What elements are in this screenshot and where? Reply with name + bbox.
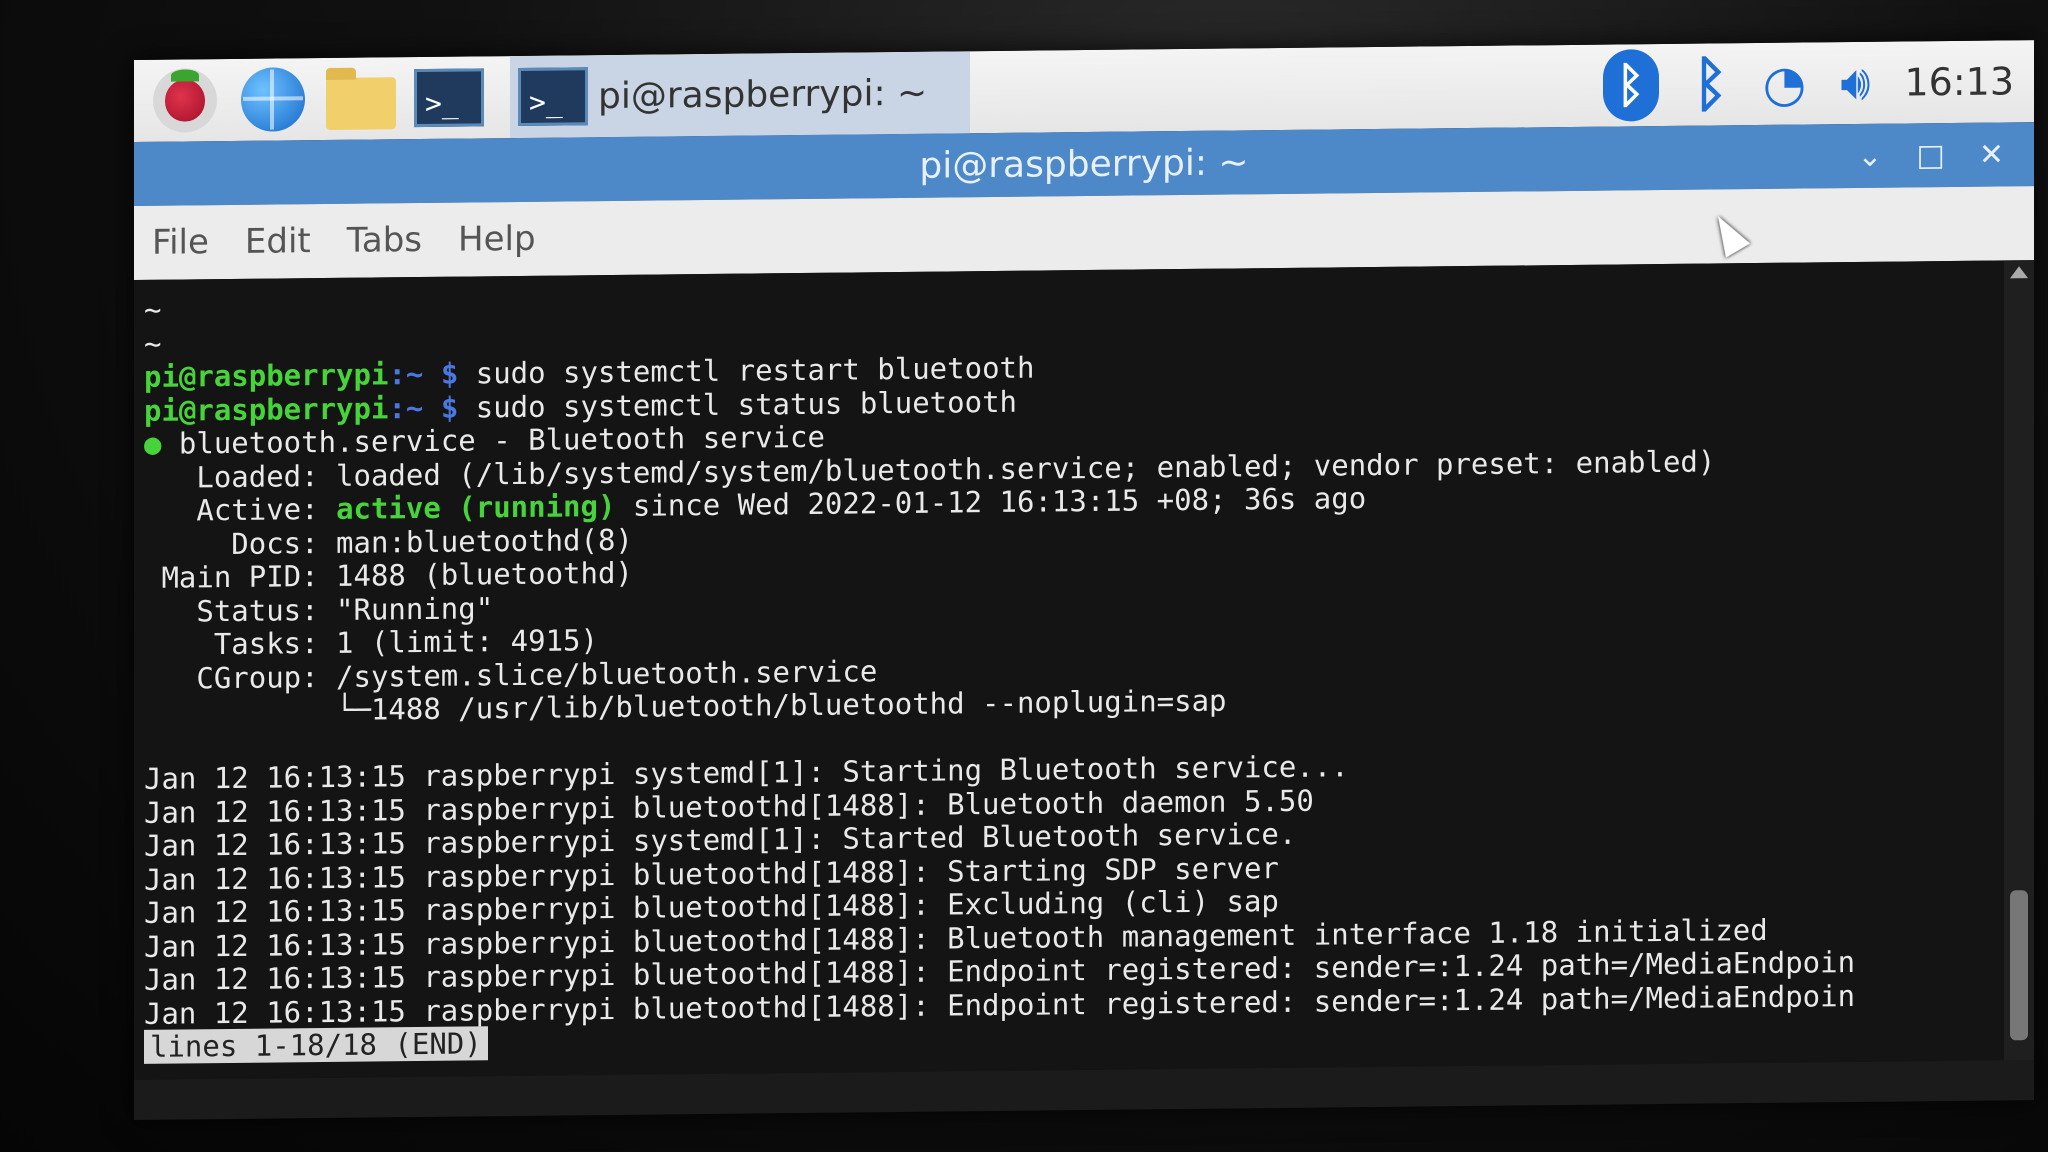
scrollbar-thumb[interactable] xyxy=(2010,890,2028,1041)
file-manager-icon xyxy=(326,77,396,130)
active-label: Active: xyxy=(144,491,337,528)
web-browser-launcher[interactable] xyxy=(236,62,310,137)
menu-tabs[interactable]: Tabs xyxy=(347,220,422,261)
window-controls: ⌄ □ ✕ xyxy=(1857,122,2004,188)
terminal-output[interactable]: ~ ~ pi@raspberrypi:~ $ sudo systemctl re… xyxy=(134,260,2004,1080)
raspberry-menu-icon xyxy=(153,68,217,133)
bluetooth-icon: ᛒ xyxy=(1692,49,1729,120)
terminal-icon: >_ xyxy=(518,67,588,126)
system-tray: ᛒ ᛒ ◔ 🔊︎ 16:13 xyxy=(1602,40,2034,127)
menu-edit[interactable]: Edit xyxy=(245,221,311,262)
active-since: since Wed 2022-01-12 16:13:15 +08; 36s a… xyxy=(615,481,1367,523)
command-text: sudo systemctl status bluetooth xyxy=(458,384,1017,425)
menu-file[interactable]: File xyxy=(152,222,209,263)
clock[interactable]: 16:13 xyxy=(1904,59,2014,104)
pager-status: lines 1-18/18 (END) xyxy=(144,1026,488,1064)
window-title: pi@raspberrypi: ~ xyxy=(919,141,1249,187)
raspberry-menu-button[interactable] xyxy=(148,63,222,138)
terminal-scrollbar[interactable] xyxy=(2004,260,2034,1061)
minimize-button[interactable]: ⌄ xyxy=(1857,138,1882,173)
bluetooth-status-button[interactable]: ᛒ xyxy=(1693,49,1729,119)
taskbar-window-title: pi@raspberrypi: ~ xyxy=(598,72,928,117)
close-button[interactable]: ✕ xyxy=(1979,137,2004,172)
wifi-tray-button[interactable]: ◔ xyxy=(1763,54,1807,112)
file-manager-launcher[interactable] xyxy=(324,61,398,136)
maximize-button[interactable]: □ xyxy=(1917,138,1945,173)
terminal-icon: >_ xyxy=(414,68,484,128)
prompt-path: :~ $ xyxy=(388,356,459,392)
bluetooth-tray-button[interactable]: ᛒ xyxy=(1602,49,1659,122)
prompt-user: pi@raspberrypi xyxy=(144,390,389,428)
volume-tray-button[interactable]: 🔊︎ xyxy=(1840,54,1870,111)
desktop-screen: >_ >_ pi@raspberrypi: ~ ᛒ ᛒ ◔ 🔊︎ 16:13 p… xyxy=(134,40,2034,1120)
active-state: active (running) xyxy=(336,488,616,526)
status-dot-icon: ● xyxy=(144,426,162,461)
scroll-up-arrow-icon[interactable] xyxy=(2010,266,2028,279)
volume-icon: 🔊︎ xyxy=(1840,54,1871,111)
web-browser-icon xyxy=(241,67,305,132)
wifi-icon: ◔ xyxy=(1762,54,1807,113)
prompt-path: :~ $ xyxy=(388,390,459,425)
taskbar-window-button[interactable]: >_ pi@raspberrypi: ~ xyxy=(510,51,970,139)
terminal-launcher[interactable]: >_ xyxy=(412,60,486,135)
bluetooth-icon: ᛒ xyxy=(1602,49,1659,122)
menu-help[interactable]: Help xyxy=(458,219,536,260)
prompt-user: pi@raspberrypi xyxy=(144,357,389,394)
